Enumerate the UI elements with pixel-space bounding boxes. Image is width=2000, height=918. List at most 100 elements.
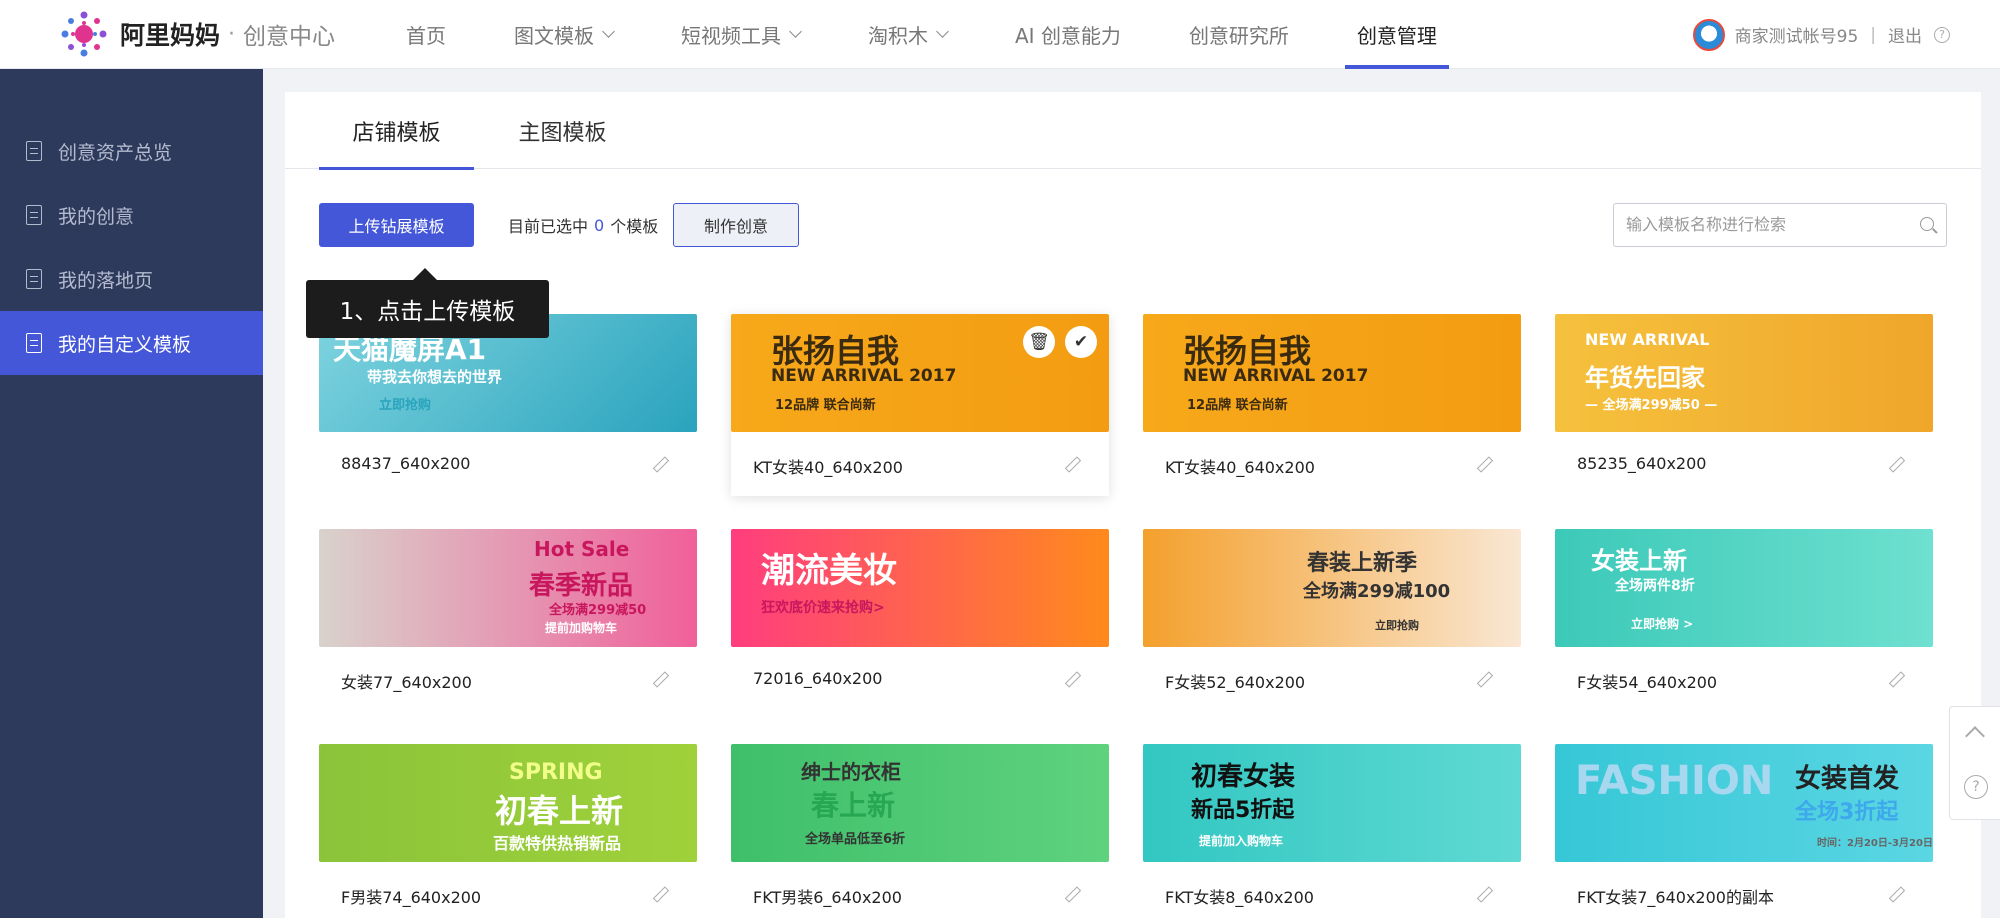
- sidebar-item-label: 我的自定义模板: [58, 333, 192, 356]
- brand-dot: ·: [228, 21, 236, 47]
- user-area: 商家测试帐号95 | 退出 ?: [1692, 0, 1950, 69]
- template-banner-thumbnail[interactable]: Hot Sale 春季新品 全场满299减50 提前加购物车: [319, 529, 697, 647]
- sidebar-item-label: 我的落地页: [58, 269, 154, 292]
- template-card[interactable]: NEW ARRIVAL 年货先回家 — 全场满299减50 — 85235_640x2…: [1555, 314, 1933, 494]
- template-banner-thumbnail[interactable]: SPRING 初春上新 百款特供热销新品: [319, 744, 697, 862]
- trash-icon[interactable]: 🗑: [1023, 326, 1055, 358]
- template-banner-thumbnail[interactable]: FASHION 女装首发 全场3折起 时间：2月20日-3月20日: [1555, 744, 1933, 862]
- banner-text: 全场两件8折: [1615, 578, 1695, 594]
- banner-text: 年货先回家: [1585, 364, 1705, 392]
- template-banner-thumbnail[interactable]: 张扬自我 NEW ARRIVAL 2017 12品牌 联合尚新: [731, 314, 1109, 432]
- banner-text: — 全场满299减50 —: [1585, 398, 1718, 413]
- template-search: [1613, 203, 1947, 247]
- banner-text: Hot Sale: [534, 537, 630, 561]
- top-navigation-bar: 阿里妈妈 · 创意中心 首页 图文模板 短视频工具 淘积木 AI 创意能力 创意研究所 创意…: [0, 0, 2000, 69]
- sidebar-item-0[interactable]: 创意资产总览: [0, 119, 263, 183]
- tab-shop-template[interactable]: 店铺模板: [319, 92, 474, 170]
- document-icon: [26, 205, 42, 225]
- edit-pencil-icon[interactable]: [1889, 672, 1903, 686]
- upload-template-button[interactable]: 上传钻展模板: [319, 203, 474, 247]
- template-card[interactable]: 女装上新 全场两件8折 立即抢购 > F女装54_640x200: [1555, 529, 1933, 709]
- template-name: F男装74_640x200: [341, 888, 482, 907]
- template-banner-thumbnail[interactable]: 绅士的衣柜 春上新 全场单品低至6折: [731, 744, 1109, 862]
- chevron-down-icon: [936, 25, 949, 38]
- template-card[interactable]: 张扬自我 NEW ARRIVAL 2017 12品牌 联合尚新 KT女装40_640x…: [1143, 314, 1521, 494]
- back-to-top-icon[interactable]: [1965, 726, 1985, 746]
- sidebar-item-3[interactable]: 我的自定义模板: [0, 311, 263, 375]
- edit-pencil-icon[interactable]: [653, 672, 667, 686]
- nav-label: AI 创意能力: [1015, 24, 1121, 48]
- template-name: F女装52_640x200: [1165, 673, 1306, 692]
- tab-main-image-template[interactable]: 主图模板: [485, 92, 640, 169]
- template-tabs: 店铺模板 主图模板: [285, 92, 1981, 170]
- banner-text: 狂欢底价速来抢购>: [761, 600, 885, 616]
- edit-pencil-icon[interactable]: [653, 887, 667, 901]
- edit-pencil-icon[interactable]: [1889, 457, 1903, 471]
- template-banner-thumbnail[interactable]: 潮流美妆狂欢底价速来抢购>: [731, 529, 1109, 647]
- banner-text: 带我去你想去的世界: [367, 368, 503, 386]
- banner-text: 绅士的衣柜: [801, 760, 901, 784]
- template-card[interactable]: 张扬自我 NEW ARRIVAL 2017 12品牌 联合尚新 🗑 ✔ KT女装40_64…: [731, 314, 1109, 496]
- edit-pencil-icon[interactable]: [1889, 887, 1903, 901]
- edit-pencil-icon[interactable]: [1065, 672, 1079, 686]
- banner-text: 潮流美妆: [761, 551, 897, 591]
- check-icon[interactable]: ✔: [1065, 326, 1097, 358]
- nav-item-2[interactable]: 短视频工具: [647, 0, 834, 69]
- avatar[interactable]: [1692, 18, 1725, 51]
- help-icon[interactable]: ?: [1934, 26, 1950, 43]
- banner-text: 立即抢购: [1375, 619, 1419, 632]
- make-creative-button[interactable]: 制作创意: [673, 203, 799, 247]
- banner-text: NEW ARRIVAL 2017: [1183, 366, 1369, 386]
- edit-pencil-icon[interactable]: [1477, 457, 1491, 471]
- banner-text: 新品5折起: [1191, 798, 1295, 823]
- floating-toolbar: ?: [1949, 706, 2000, 820]
- template-name: FKT女装7_640x200的副本: [1577, 888, 1774, 907]
- banner-text: 初春女装: [1191, 762, 1296, 792]
- nav-item-1[interactable]: 图文模板: [480, 0, 647, 69]
- nav-label: 淘积木: [868, 24, 928, 48]
- account-name[interactable]: 商家测试帐号95: [1735, 22, 1859, 47]
- template-card[interactable]: 潮流美妆 狂欢底价速来抢购> 72016_640x200: [731, 529, 1109, 709]
- nav-item-3[interactable]: 淘积木: [834, 0, 981, 69]
- template-banner-thumbnail[interactable]: 初春女装新品5折起提前加入购物车: [1143, 744, 1521, 862]
- banner-text: 提前加入购物车: [1199, 834, 1284, 848]
- template-card[interactable]: 天猫魔屏A1 带我去你想去的世界 立即抢购 88437_640x200: [319, 314, 697, 494]
- brand-subtitle: 创意中心: [243, 24, 336, 50]
- main-panel: 店铺模板 主图模板 上传钻展模板 目前已选中 0 个模板 制作创意 1、点击上传…: [285, 92, 1981, 918]
- nav-item-4[interactable]: AI 创意能力: [981, 0, 1155, 69]
- template-card[interactable]: 绅士的衣柜 春上新 全场单品低至6折 FKT男装6_640x200: [731, 744, 1109, 918]
- template-banner-thumbnail[interactable]: NEW ARRIVAL 年货先回家 — 全场满299减50 —: [1555, 314, 1933, 432]
- nav-label: 图文模板: [514, 24, 594, 48]
- question-icon[interactable]: ?: [1964, 775, 1988, 799]
- template-card[interactable]: 春装上新季 全场满299减100 立即抢购 F女装52_640x200: [1143, 529, 1521, 709]
- edit-pencil-icon[interactable]: [653, 457, 667, 471]
- document-icon: [26, 269, 42, 289]
- template-card[interactable]: SPRING 初春上新 百款特供热销新品 F男装74_640x200: [319, 744, 697, 918]
- sidebar-item-1[interactable]: 我的创意: [0, 183, 263, 247]
- template-banner-thumbnail[interactable]: 春装上新季 全场满299减100 立即抢购: [1143, 529, 1521, 647]
- edit-pencil-icon[interactable]: [1065, 887, 1079, 901]
- template-banner-thumbnail[interactable]: 张扬自我 NEW ARRIVAL 2017 12品牌 联合尚新: [1143, 314, 1521, 432]
- logout-link[interactable]: 退出: [1888, 22, 1922, 47]
- template-card[interactable]: 初春女装 新品5折起 提前加入购物车 FKT女装8_640x200: [1143, 744, 1521, 918]
- banner-text: 12品牌 联合尚新: [1187, 398, 1288, 413]
- nav-item-0[interactable]: 首页: [372, 0, 480, 69]
- brand-name: 阿里妈妈: [120, 21, 221, 50]
- template-card[interactable]: FASHION 女装首发 全场3折起 时间：2月20日-3月20日 FKT女装7_640…: [1555, 744, 1933, 918]
- edit-pencil-icon[interactable]: [1065, 457, 1079, 471]
- search-input[interactable]: [1626, 204, 1906, 244]
- banner-text: 全场3折起: [1795, 800, 1899, 825]
- logo[interactable]: 阿里妈妈 · 创意中心: [56, 6, 335, 62]
- template-name: 女装77_640x200: [341, 673, 472, 692]
- nav-item-5[interactable]: 创意研究所: [1155, 0, 1323, 69]
- template-name: 85235_640x200: [1577, 454, 1707, 473]
- template-card[interactable]: Hot Sale 春季新品 全场满299减50 提前加购物车女装77_640x200: [319, 529, 697, 709]
- nav-item-6[interactable]: 创意管理: [1323, 0, 1471, 69]
- edit-pencil-icon[interactable]: [1477, 672, 1491, 686]
- banner-text: 初春上新: [495, 792, 624, 830]
- search-icon[interactable]: [1920, 217, 1934, 231]
- edit-pencil-icon[interactable]: [1477, 887, 1491, 901]
- sidebar-item-2[interactable]: 我的落地页: [0, 247, 263, 311]
- nav-label: 创意研究所: [1188, 24, 1289, 48]
- template-banner-thumbnail[interactable]: 女装上新 全场两件8折 立即抢购 >: [1555, 529, 1933, 647]
